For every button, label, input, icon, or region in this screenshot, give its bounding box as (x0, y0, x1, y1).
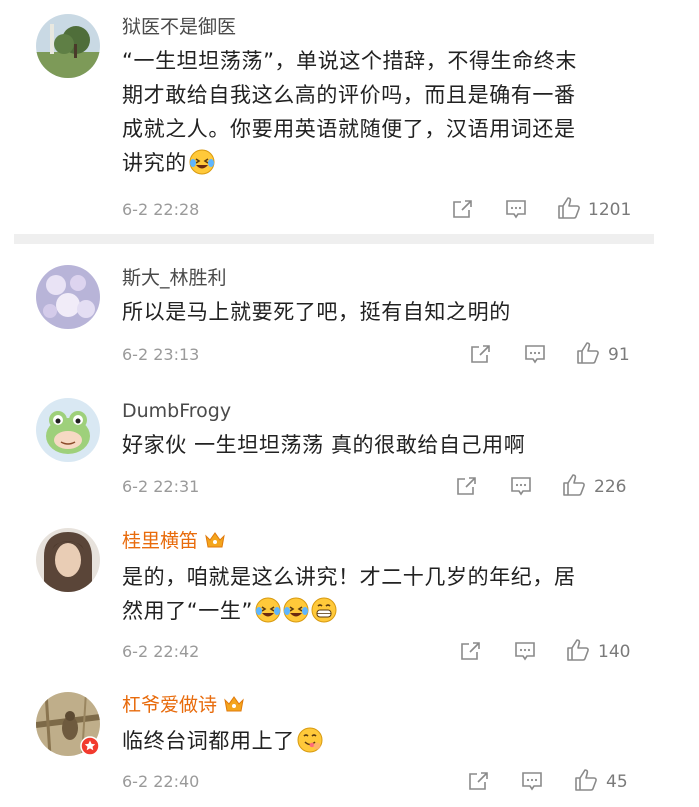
share-icon[interactable] (468, 770, 490, 796)
avatar[interactable] (36, 14, 100, 78)
comment-icon[interactable] (514, 640, 536, 666)
comment-time: 6-2 22:31 (122, 477, 200, 496)
avatar[interactable] (36, 265, 100, 329)
comment-time: 6-2 22:42 (122, 642, 200, 661)
comment-text: 是的，咱就是这么讲究！才二十几岁的年纪，居 然用了“一生” (122, 560, 647, 633)
laugh-cry-emoji (189, 149, 215, 185)
like-icon[interactable] (566, 638, 590, 666)
username[interactable]: 狱医不是御医 (122, 14, 236, 40)
comment-time: 6-2 22:40 (122, 772, 200, 791)
comment-text: 临终台词都用上了 (122, 724, 647, 763)
vip-crown-icon (223, 694, 245, 721)
vip-crown-icon (204, 530, 226, 557)
grin-emoji (311, 597, 337, 633)
like-count: 226 (594, 477, 627, 497)
share-icon[interactable] (460, 640, 482, 666)
comment-text: 好家伙 一生坦坦荡荡 真的很敢给自己用啊 (122, 433, 526, 457)
username[interactable]: 桂里横笛 (122, 528, 226, 557)
like-count: 45 (606, 772, 628, 792)
comment-text: 所以是马上就要死了吧，挺有自知之明的 (122, 300, 511, 324)
share-icon[interactable] (452, 198, 474, 224)
comment-time: 6-2 23:13 (122, 345, 200, 364)
avatar[interactable] (36, 528, 100, 592)
yum-emoji (297, 727, 323, 763)
like-icon[interactable] (576, 341, 600, 369)
username[interactable]: 斯大_林胜利 (122, 265, 227, 291)
comment-time: 6-2 22:28 (122, 200, 200, 219)
like-icon[interactable] (574, 768, 598, 796)
comment-icon[interactable] (524, 343, 546, 369)
username[interactable]: 杠爷爱做诗 (122, 692, 245, 721)
comment-icon[interactable] (521, 770, 543, 796)
username[interactable]: DumbFrogy (122, 398, 231, 424)
like-count: 91 (608, 345, 630, 365)
like-count: 1201 (588, 200, 632, 220)
share-icon[interactable] (456, 475, 478, 501)
like-icon[interactable] (557, 196, 581, 224)
separator (14, 234, 654, 244)
laugh-cry-emoji (255, 597, 281, 633)
share-icon[interactable] (470, 343, 492, 369)
like-count: 140 (598, 642, 631, 662)
comment-icon[interactable] (505, 198, 527, 224)
laugh-cry-emoji (283, 597, 309, 633)
avatar[interactable] (36, 398, 100, 462)
like-icon[interactable] (562, 473, 586, 501)
comment-text: “一生坦坦荡荡”，单说这个措辞，不得生命终末 期才敢给自我这么高的评价吗，而且是… (122, 44, 647, 185)
verified-badge-icon (80, 736, 100, 760)
comment-icon[interactable] (510, 475, 532, 501)
